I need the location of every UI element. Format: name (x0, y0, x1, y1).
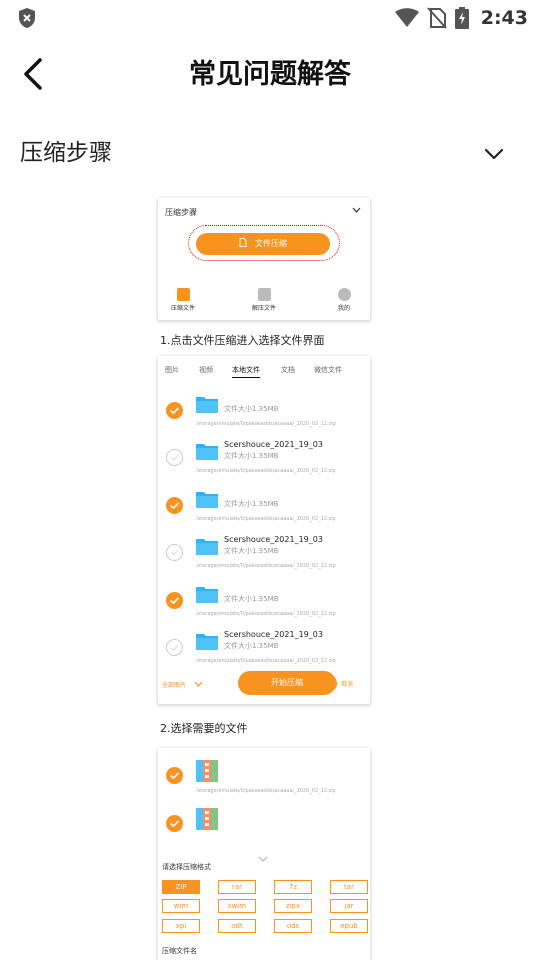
format-option: 7z (274, 880, 312, 894)
checkbox-checked (166, 497, 183, 514)
card1-title: 压缩步骤 (165, 208, 197, 217)
format-option: swim (218, 899, 256, 913)
file-name: Scershouce_2021_19_03 (224, 440, 323, 449)
format-option: wim (162, 899, 200, 913)
file-path: /storage/emulate/0/pakoeadds/acaaaa/_202… (196, 516, 336, 522)
step2-caption: 2.选择需要的文件 (160, 722, 248, 735)
zip-file-icon (176, 288, 190, 301)
checkbox-checked (166, 815, 183, 832)
file-size: 文件大小1.35MB (224, 500, 279, 508)
smiley-icon (337, 288, 351, 301)
nav-compress: 压缩文件 (163, 288, 203, 312)
file-path: /storage/emulate/0/pakoeadds/acaaaa/_202… (196, 788, 336, 794)
tab-videos: 视频 (199, 366, 213, 374)
page-title: 常见问题解答 (189, 59, 351, 90)
clock: 2:43 (480, 7, 528, 29)
checkbox-unchecked (166, 544, 183, 561)
wifi-icon (394, 8, 419, 27)
format-option: odt (218, 919, 256, 933)
folder-icon (196, 397, 218, 413)
format-option: epub (330, 919, 368, 933)
document-icon (239, 238, 247, 247)
chevron-down-icon[interactable] (482, 144, 506, 164)
tab-wechat-files: 微信文件 (314, 366, 342, 374)
checkbox-checked (166, 767, 183, 784)
file-size: 文件大小1.35MB (224, 405, 279, 413)
folder-icon (196, 444, 218, 460)
tab-documents: 文档 (281, 366, 295, 374)
folder-icon (196, 634, 218, 650)
step1-screenshot: 压缩步骤 文件压缩 压缩文件 解压文件 我的 (158, 198, 370, 320)
file-size: 文件大小1.35MB (224, 547, 279, 555)
file-path: /storage/emulate/0/pakoeadds/acaaaa/_202… (196, 611, 336, 617)
check-icon (169, 502, 180, 510)
chevron-down-icon (194, 681, 203, 687)
check-icon (169, 407, 180, 415)
format-option: rar (218, 880, 256, 894)
checkbox-checked (166, 402, 183, 419)
file-size: 文件大小1.35MB (224, 642, 279, 650)
format-option: xpi (162, 919, 200, 933)
step3-screenshot: /storage/emulate/0/pakoeadds/acaaaa/_202… (158, 748, 370, 960)
status-bar: 2:43 (0, 0, 540, 36)
selection-bar: 全部图片 开始压缩 取消 (158, 668, 370, 698)
tab-local-files: 本地文件 (232, 365, 260, 378)
nav-decompress: 解压文件 (244, 288, 284, 312)
faq-section-header[interactable]: 压缩步骤 (20, 136, 520, 172)
check-icon (170, 454, 179, 461)
no-sim-icon (426, 7, 447, 29)
file-path: /storage/emulate/0/pakoeadds/acaaaa/_202… (196, 658, 336, 664)
folder-icon (196, 587, 218, 603)
shield-icon (19, 8, 35, 28)
section-title: 压缩步骤 (20, 140, 112, 166)
file-path: /storage/emulate/0/pakoeadds/acaaaa/_202… (196, 468, 336, 474)
nav-label: 解压文件 (251, 305, 276, 312)
file-type-tabs: 图片 视频 本地文件 文档 微信文件 (158, 365, 370, 381)
check-icon (170, 644, 179, 651)
file-name: Scershouce_2021_19_03 (224, 535, 323, 544)
file-size: 文件大小1.35MB (224, 595, 279, 603)
check-icon (169, 597, 180, 605)
nav-mine: 我的 (324, 288, 364, 312)
format-option: tar (330, 880, 368, 894)
file-path: /storage/emulate/0/pakoeadds/acaaaa/_202… (196, 421, 336, 427)
check-icon (169, 820, 180, 828)
tab-images: 图片 (165, 366, 179, 374)
archive-icon (196, 760, 218, 782)
format-option: ods (274, 919, 312, 933)
check-icon (169, 772, 180, 780)
checkbox-checked (166, 592, 183, 609)
checkbox-unchecked (166, 639, 183, 656)
folder-icon (196, 539, 218, 555)
format-option: jar (330, 899, 368, 913)
filename-title: 压缩文件名 (162, 947, 197, 955)
nav-label: 压缩文件 (170, 305, 195, 312)
check-icon (170, 549, 179, 556)
file-size: 文件大小1.35MB (224, 452, 279, 460)
unzip-file-icon (257, 288, 271, 301)
chevron-down-icon (352, 207, 361, 213)
file-compress-button: 文件压缩 (196, 233, 330, 255)
format-option: ZIP (162, 880, 200, 894)
file-compress-label: 文件压缩 (255, 239, 287, 248)
select-all-label: 全部图片 (162, 682, 187, 689)
archive-icon (196, 808, 218, 830)
step2-screenshot: 图片 视频 本地文件 文档 微信文件 文件大小1.35MB/storage/em… (158, 356, 370, 704)
chevron-down-icon (258, 856, 268, 862)
checkbox-unchecked (166, 449, 183, 466)
format-title: 请选择压缩格式 (162, 863, 211, 871)
battery-charging-icon (454, 7, 469, 29)
cancel-ring-icon (320, 675, 337, 692)
format-option: zipx (274, 899, 312, 913)
cancel-label: 取消 (341, 681, 354, 688)
step1-caption: 1.点击文件压缩进入选择文件界面 (160, 334, 325, 347)
file-name: Scershouce_2021_19_03 (224, 630, 323, 639)
nav-label: 我的 (337, 305, 350, 312)
file-path: /storage/emulate/0/pakoeadds/acaaaa/_202… (196, 563, 336, 569)
folder-icon (196, 492, 218, 508)
